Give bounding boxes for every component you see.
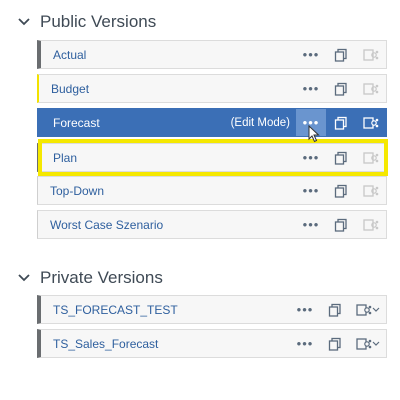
more-options-icon[interactable]: ••• xyxy=(296,177,326,204)
more-options-icon[interactable]: ••• xyxy=(296,211,326,238)
share-icon[interactable] xyxy=(356,75,386,102)
public-versions-header[interactable]: Public Versions xyxy=(18,12,156,32)
section-title: Private Versions xyxy=(40,268,163,287)
copy-icon[interactable] xyxy=(326,109,356,136)
copy-icon[interactable] xyxy=(320,330,350,357)
chevron-down-icon[interactable] xyxy=(18,274,30,282)
copy-icon[interactable] xyxy=(326,41,356,68)
copy-icon[interactable] xyxy=(326,75,356,102)
version-label: Budget xyxy=(51,81,90,96)
more-options-icon[interactable]: ••• xyxy=(290,296,320,323)
more-options-icon[interactable]: ••• xyxy=(290,330,320,357)
share-icon[interactable] xyxy=(356,177,386,204)
private-versions-header[interactable]: Private Versions xyxy=(18,268,163,288)
more-options-icon[interactable]: ••• xyxy=(296,41,326,68)
share-icon[interactable] xyxy=(350,330,386,357)
share-icon[interactable] xyxy=(356,41,386,68)
copy-icon[interactable] xyxy=(326,144,356,171)
copy-icon[interactable] xyxy=(326,177,356,204)
share-icon[interactable] xyxy=(356,109,386,136)
share-icon[interactable] xyxy=(350,296,386,323)
version-label: Worst Case Szenario xyxy=(50,217,164,232)
chevron-down-icon[interactable] xyxy=(18,18,30,26)
version-row-ts-sales-forecast[interactable]: TS_Sales_Forecast ••• xyxy=(37,329,387,358)
version-label: Top-Down xyxy=(50,183,105,198)
share-icon[interactable] xyxy=(356,211,386,238)
version-row-budget[interactable]: Budget ••• xyxy=(37,74,387,103)
version-label: Plan xyxy=(53,150,78,165)
section-title: Public Versions xyxy=(40,12,157,31)
edit-mode-status: (Edit Mode) xyxy=(230,116,290,129)
version-row-top-down[interactable]: Top-Down ••• xyxy=(37,176,387,205)
more-options-icon[interactable]: ••• xyxy=(296,144,326,171)
version-label: Actual xyxy=(53,47,87,62)
more-options-icon[interactable]: ••• xyxy=(296,75,326,102)
version-row-forecast[interactable]: Forecast (Edit Mode) ••• xyxy=(37,108,387,137)
version-label: Forecast xyxy=(53,115,100,130)
mouse-pointer-icon xyxy=(308,124,320,148)
version-row-actual[interactable]: Actual ••• xyxy=(37,40,387,69)
version-row-ts-forecast-test[interactable]: TS_FORECAST_TEST ••• xyxy=(37,295,387,324)
copy-icon[interactable] xyxy=(326,211,356,238)
share-icon[interactable] xyxy=(356,144,386,171)
version-row-worst-case-szenario[interactable]: Worst Case Szenario ••• xyxy=(37,210,387,239)
version-label: TS_Sales_Forecast xyxy=(53,336,159,351)
version-row-plan[interactable]: Plan ••• xyxy=(37,143,387,172)
version-label: TS_FORECAST_TEST xyxy=(53,302,178,317)
copy-icon[interactable] xyxy=(320,296,350,323)
